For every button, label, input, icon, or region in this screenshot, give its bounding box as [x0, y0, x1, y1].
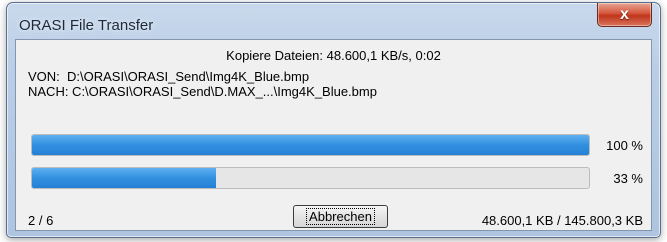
file-progress-bar [31, 134, 590, 156]
total-progress-percent: 33 % [613, 171, 643, 186]
file-count: 2 / 6 [28, 213, 54, 228]
total-progress-fill [32, 168, 216, 188]
source-path: VON: D:\ORASI\ORASI_Send\Img4K_Blue.bmp [28, 69, 310, 84]
transfer-status: Kopiere Dateien: 48.600,1 KB/s, 0:02 [226, 48, 441, 63]
close-icon: x [620, 5, 629, 23]
total-progress-bar [31, 167, 590, 189]
dialog-body: Kopiere Dateien: 48.600,1 KB/s, 0:02 VON… [15, 39, 652, 231]
cancel-button-label: Abbrechen [306, 208, 375, 225]
close-button[interactable]: x [597, 3, 652, 27]
file-transfer-window: ORASI File Transfer x Kopiere Dateien: 4… [6, 2, 661, 238]
destination-path: NACH: C:\ORASI\ORASI_Send\D.MAX_...\Img4… [28, 84, 377, 99]
window-title: ORASI File Transfer [19, 17, 154, 34]
bytes-transferred: 48.600,1 KB / 145.800,3 KB [481, 213, 643, 228]
cancel-button[interactable]: Abbrechen [293, 205, 388, 228]
file-progress-fill [32, 135, 589, 155]
file-progress-percent: 100 % [606, 138, 643, 153]
